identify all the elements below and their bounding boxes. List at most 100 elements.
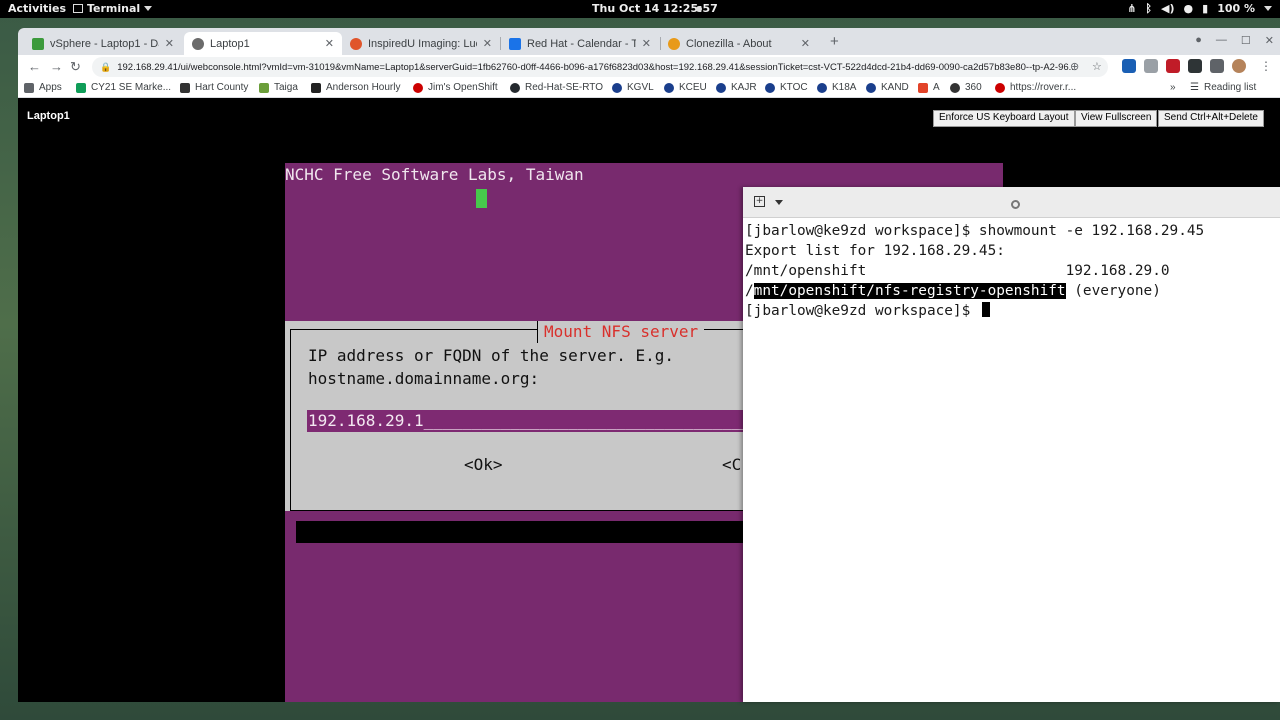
- vsphere-favicon-icon: [32, 37, 44, 50]
- close-icon[interactable]: ✕: [801, 37, 810, 50]
- view-fullscreen-button[interactable]: View Fullscreen: [1075, 110, 1158, 127]
- weather-icon: [817, 82, 827, 93]
- bookmark-item[interactable]: CY21 SE Marke...: [76, 82, 171, 93]
- tab-inspiredu[interactable]: InspiredU Imaging: Lucid ✕: [342, 32, 500, 55]
- terminal-line: [jbarlow@ke9zd workspace]$ showmount -e …: [745, 223, 1205, 239]
- sheets-icon: [76, 82, 86, 93]
- gnome-top-bar: Activities Terminal Thu Oct 14 12:25:57 …: [0, 0, 1280, 18]
- new-tab-icon[interactable]: +: [754, 196, 765, 207]
- weather-icon: [716, 82, 726, 93]
- avatar[interactable]: [1232, 59, 1246, 73]
- bookmark-star-icon[interactable]: ☆: [1092, 60, 1102, 73]
- move-icon[interactable]: [1011, 200, 1020, 209]
- back-icon[interactable]: ←: [28, 59, 41, 74]
- new-tab-button[interactable]: +: [830, 33, 839, 50]
- console-header: Laptop1 Enforce US Keyboard Layout View …: [18, 98, 1280, 130]
- url-text: 192.168.29.41/ui/webconsole.html?vmId=vm…: [117, 61, 1077, 73]
- ok-button[interactable]: <Ok>: [464, 455, 503, 474]
- vm-name: Laptop1: [27, 110, 70, 122]
- tab-redhat-calendar[interactable]: Red Hat - Calendar - Thur ✕: [501, 32, 659, 55]
- close-window-icon[interactable]: ✕: [1265, 34, 1274, 47]
- bookmark-item[interactable]: 360: [950, 82, 982, 93]
- close-icon[interactable]: ✕: [325, 37, 334, 50]
- chevron-down-icon: [144, 6, 153, 11]
- chevron-down-icon[interactable]: [775, 200, 783, 205]
- maximize-icon[interactable]: ☐: [1241, 34, 1251, 47]
- ubuntu-icon: [350, 37, 362, 50]
- lock-icon[interactable]: 🔒: [100, 62, 111, 73]
- bookmark-item[interactable]: KCEU: [664, 82, 707, 93]
- reading-list-button[interactable]: ☰ Reading list: [1190, 82, 1256, 93]
- bookmark-item[interactable]: K18A: [817, 82, 856, 93]
- tab-vsphere[interactable]: vSphere - Laptop1 - Datas ✕: [24, 32, 182, 55]
- tab-title: Clonezilla - About: [686, 37, 772, 50]
- redhat-icon: [995, 82, 1005, 93]
- terminal-window[interactable]: + [jbarlow@ke9zd workspace]$ showmount -…: [743, 187, 1280, 702]
- enforce-keyboard-button[interactable]: Enforce US Keyboard Layout: [933, 110, 1075, 127]
- terminal-line: /mnt/openshift/nfs-registry-openshift (e…: [745, 283, 1161, 299]
- toolbar: ← → ↻ 🔒 192.168.29.41/ui/webconsole.html…: [18, 55, 1280, 79]
- selected-text[interactable]: mnt/openshift/nfs-registry-openshift: [753, 283, 1066, 299]
- terminal-output[interactable]: [jbarlow@ke9zd workspace]$ showmount -e …: [745, 221, 1204, 321]
- bookmark-item[interactable]: KTOC: [765, 82, 808, 93]
- address-bar[interactable]: 🔒 192.168.29.41/ui/webconsole.html?vmId=…: [92, 57, 1108, 77]
- puzzle-icon[interactable]: [1210, 59, 1224, 73]
- zoom-icon[interactable]: ⊕: [1070, 60, 1079, 73]
- tab-clonezilla[interactable]: Clonezilla - About ✕: [660, 32, 818, 55]
- bookmark-item[interactable]: Taiga: [259, 82, 298, 93]
- system-tray[interactable]: ⋔ ᛒ ◀) ● ▮ 100 %: [1127, 2, 1272, 15]
- bookmark-item[interactable]: KGVL: [612, 82, 654, 93]
- chevron-down-icon: [1264, 6, 1272, 11]
- bookmark-favicon-icon: [180, 82, 190, 93]
- bookmarks-bar: Apps CY21 SE Marke... Hart County Taiga …: [18, 79, 1280, 98]
- microphone-icon: ●: [1183, 2, 1194, 15]
- app-menu[interactable]: Terminal: [73, 2, 153, 15]
- tab-title: vSphere - Laptop1 - Datas: [50, 37, 159, 50]
- send-ctrl-alt-delete-button[interactable]: Send Ctrl+Alt+Delete: [1158, 110, 1264, 127]
- battery-icon: ▮: [1202, 2, 1209, 15]
- bookmark-item[interactable]: Red-Hat-SE-RTO: [510, 82, 603, 93]
- tab-title: InspiredU Imaging: Lucid: [368, 37, 477, 50]
- close-icon[interactable]: ✕: [165, 37, 174, 50]
- apps-icon: [24, 82, 34, 93]
- window-controls: ● — ☐ ✕: [1195, 34, 1274, 47]
- reload-icon[interactable]: ↻: [70, 59, 81, 75]
- forward-icon[interactable]: →: [50, 59, 63, 74]
- openshift-icon: [413, 82, 423, 93]
- close-icon[interactable]: ✕: [483, 37, 492, 50]
- bookmark-item[interactable]: Jim's OpenShift: [413, 82, 498, 93]
- extensions-bar: [1122, 59, 1246, 73]
- more-bookmarks-icon[interactable]: »: [1170, 82, 1176, 93]
- bookmark-item[interactable]: https://rover.r...: [995, 82, 1076, 93]
- terminal-cursor: [981, 302, 990, 317]
- weather-icon: [664, 82, 674, 93]
- tab-search-icon[interactable]: ●: [1195, 34, 1202, 47]
- tab-title: Laptop1: [210, 37, 250, 50]
- reading-list-label: Reading list: [1203, 82, 1257, 93]
- bookmark-item[interactable]: KAJR: [716, 82, 757, 93]
- extension-icon[interactable]: [1144, 59, 1158, 73]
- cancel-button[interactable]: <C: [722, 455, 741, 474]
- dialog-prompt: IP address or FQDN of the server. E.g. h…: [308, 346, 675, 388]
- bookmark-item[interactable]: KAND: [866, 82, 909, 93]
- tab-laptop1[interactable]: Laptop1 ✕: [184, 32, 342, 55]
- more-menu-icon[interactable]: ⋮: [1260, 59, 1272, 73]
- activities-button[interactable]: Activities: [8, 2, 66, 15]
- tab-strip: vSphere - Laptop1 - Datas ✕ Laptop1 ✕ In…: [18, 28, 1280, 55]
- terminal-headerbar[interactable]: +: [743, 187, 1280, 218]
- extension-icon[interactable]: [1122, 59, 1136, 73]
- bookmark-item[interactable]: Apps: [24, 82, 62, 93]
- extension-icon[interactable]: [1188, 59, 1202, 73]
- calendar-icon: [509, 37, 521, 50]
- bookmark-item[interactable]: Hart County: [180, 82, 248, 93]
- reading-list-icon: ☰: [1190, 82, 1199, 93]
- bookmark-item[interactable]: Anderson Hourly: [311, 82, 400, 93]
- extension-icon[interactable]: [1166, 59, 1180, 73]
- close-icon[interactable]: ✕: [642, 37, 651, 50]
- bookmark-item[interactable]: A: [918, 82, 940, 93]
- gitlab-icon: [918, 82, 928, 93]
- vm-banner: NCHC Free Software Labs, Taiwan: [285, 165, 584, 184]
- minimize-icon[interactable]: —: [1216, 34, 1227, 47]
- clonezilla-icon: [668, 37, 680, 50]
- terminal-line: /mnt/openshift 192.168.29.0: [745, 263, 1170, 279]
